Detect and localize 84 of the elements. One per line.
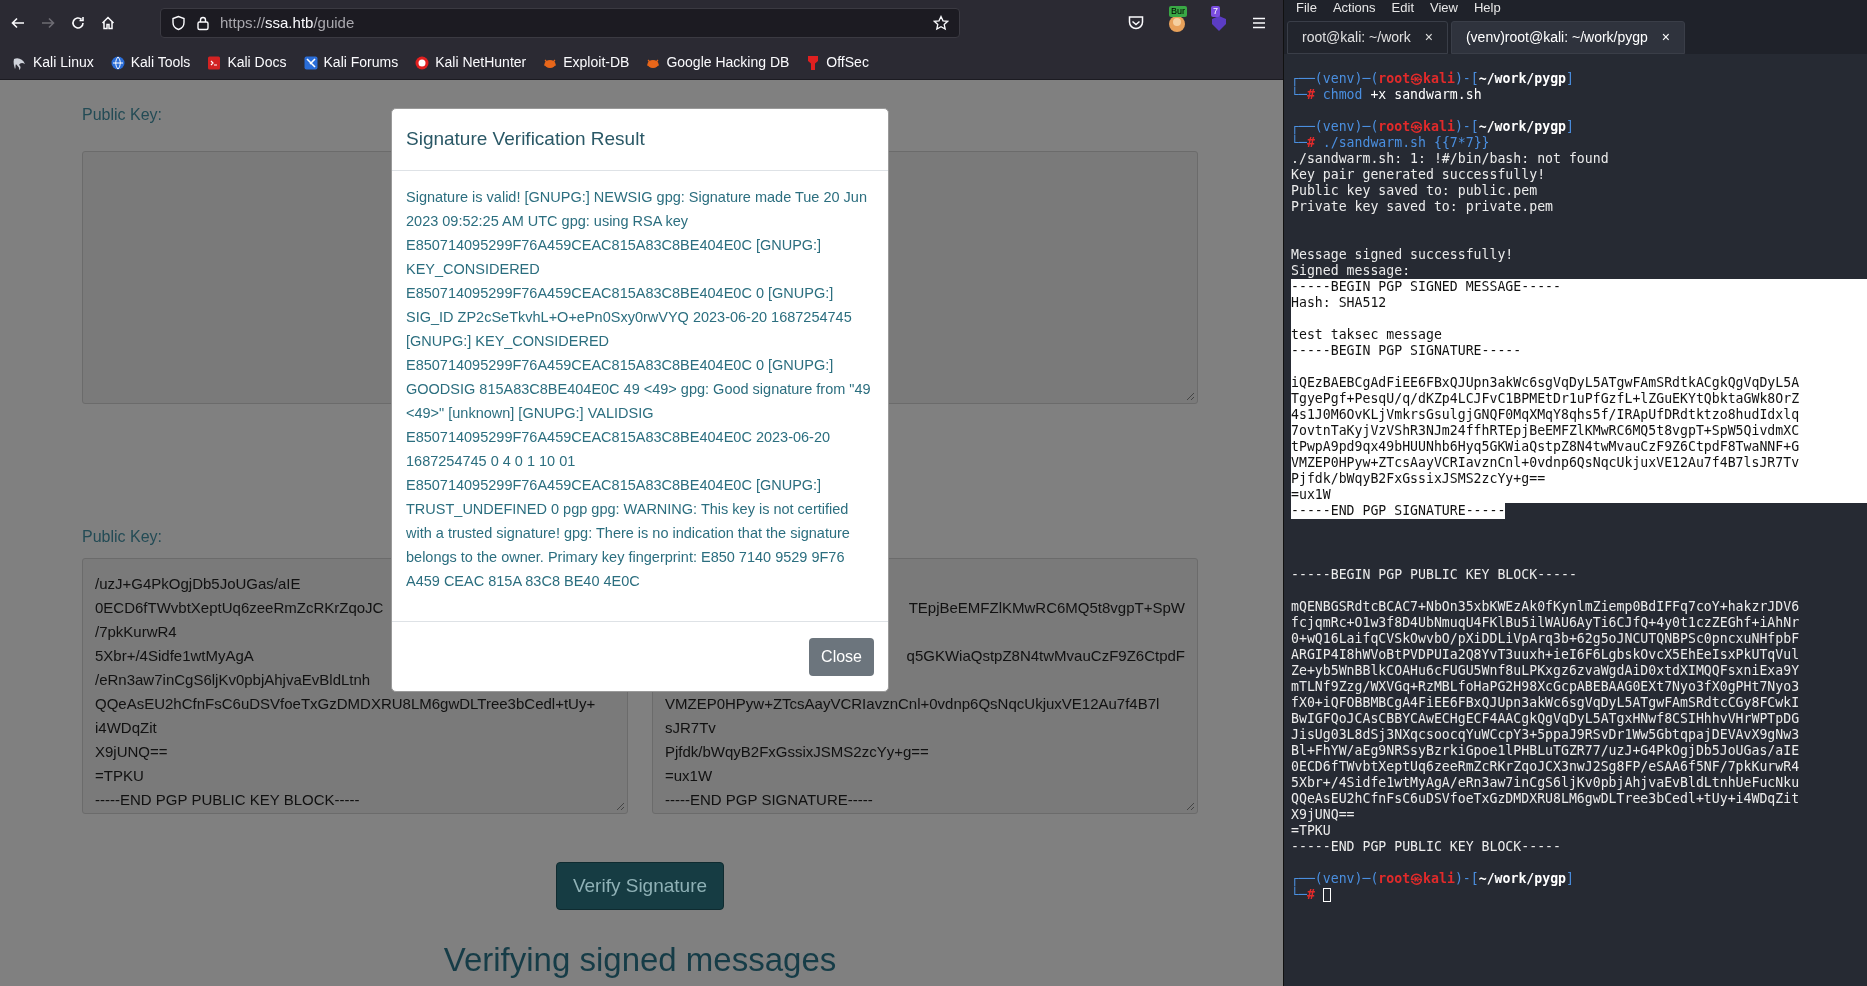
bookmark-icon — [414, 54, 431, 71]
terminal-line: test taksec message — [1291, 327, 1442, 343]
extension-badge: 7 — [1211, 6, 1220, 17]
terminal-line: Bl+FhYW/aEg9NRSsyBzrkiGpoe1lPHBLuTGZR77/uzJ+G4PkOgjDb5JoUGas/aIE — [1291, 743, 1800, 759]
bookmark-icon — [206, 54, 223, 71]
resize-handle-icon — [1186, 392, 1195, 401]
terminal-line: Private key saved to: private.pem — [1291, 199, 1553, 215]
menu-item[interactable]: View — [1430, 0, 1458, 16]
field-label: Public Key: — [82, 527, 163, 547]
terminal-line: iQEzBAEBCgAdFiEE6FBxQJUpn3akWc6sgVqDyL5ATgwFAmSRdtkACgkQgVqDyL5A — [1291, 375, 1800, 391]
terminal-line: QQeAsEU2hCfnFsC6uDSVfoeTxGzDMDXRU8LM6gwDLTree3bCedl+tUy+i4WDqZit — [1291, 791, 1800, 807]
terminal-line: Signed message: — [1291, 263, 1411, 279]
dialog-title: Signature Verification Result — [406, 127, 645, 152]
menu-item[interactable]: Help — [1473, 0, 1501, 16]
bookmark-icon — [109, 54, 126, 71]
terminal-line: 0ECD6fTWvbtXeptUq6zeeRmZcRKrZqoJCX3nwJ2Sg8FP/eSAA6f5NF/7pkKurwR4 — [1291, 759, 1800, 775]
menu-icon[interactable] — [1251, 15, 1267, 31]
close-tab-button[interactable]: × — [1424, 27, 1433, 48]
lock-icon — [196, 15, 210, 31]
terminal-line: mTLNf9Zzg/WXVGq+RzMBLfoHaPG2H98XcGcpABEBAAG0EXt7Nyo3fX0gPHt7Nyo3 — [1291, 679, 1800, 695]
terminal-line: BwIGFQoJCAsCBBYCAwECHgECF4AACgkQgVqDyL5ATgxHNwf8CSIHhhvVHrWPTpDG — [1291, 711, 1800, 727]
terminal-line: fX0+iQFOBBMBCgA4FiEE6FBxQJUpn3akWc6sgVqDyL5ATgwFAmSRdtcCGy8FCwkI — [1291, 695, 1800, 711]
reload-icon[interactable] — [70, 15, 86, 31]
terminal-line: fcjqmRc+O1w3f8D4UbNmuqU4FKlBu5ilWAU6AyTi6CJfQ+4y0t1czZEGhf+iAhNr — [1291, 615, 1800, 631]
bookmark-link[interactable]: Kali Forums — [300, 52, 401, 73]
terminal-line: └─# chmod +x sandwarm.sh — [1291, 87, 1482, 103]
terminal-line: 7ovtnTaKyjVzVShR3NJm24ffhRTEpjBeEMFZlKMwRC6MQ5t8vgpT+SpW5QivdmXC — [1291, 423, 1800, 439]
close-tab-button[interactable]: × — [1661, 27, 1670, 48]
terminal-line: 4s1J0M6OvKLjVmkrsGsulgjGNQF0MqXMqY8qhs5f/IRApUfDRdtktzo8hudIdxlq — [1291, 407, 1800, 423]
section-heading: Verifying signed messages — [443, 940, 837, 980]
terminal-line: Public key saved to: public.pem — [1291, 183, 1538, 199]
resize-handle-icon — [1186, 802, 1195, 811]
terminal-line: -----BEGIN PGP SIGNATURE----- — [1291, 343, 1522, 359]
terminal-line: Key pair generated successfully! — [1291, 167, 1546, 183]
terminal-line: -----BEGIN PGP SIGNED MESSAGE----- — [1291, 279, 1561, 295]
menu-item[interactable]: Edit — [1391, 0, 1414, 16]
terminal-line: X9jUNQ== — [1291, 807, 1355, 823]
bookmark-link[interactable]: Kali Tools — [107, 52, 193, 73]
terminal-line: -----BEGIN PGP PUBLIC KEY BLOCK----- — [1291, 567, 1577, 583]
field-label: Public Key: — [82, 105, 163, 125]
terminal-line: VMZEP0HPyw+ZTcsAayVCRIavznCnl+0vdnp6QsNqcUkjuxVE12Au7f4B7lsJR7Tv — [1291, 455, 1800, 471]
terminal-line: 5Xbr+/4Sidfe1wtMyAgA/eRn3aw7inCgS6ljKv0pbjAhjvaEvBldLtnhUeFucNku — [1291, 775, 1800, 791]
resize-handle-icon — [616, 802, 625, 811]
terminal-line: JisUg03L8dSj3NXqcsoocqYuWCcpY3+5ppaJ9RSvDr1Ww5GbtqpajDEVAvX9gNw3 — [1291, 727, 1800, 743]
terminal-line: ./sandwarm.sh: 1: !#/bin/bash: not found — [1291, 151, 1609, 167]
terminal-tab[interactable]: (venv)root@kali: ~/work/pygp × — [1450, 21, 1685, 54]
url-text: https://ssa.htb/guide — [220, 12, 355, 33]
back-arrow-icon[interactable] — [10, 15, 26, 31]
terminal-line: ┌──(venv)─(root㉿kali)-[~/work/pygp] — [1291, 871, 1574, 887]
bookmark-link[interactable]: Kali Linux — [10, 52, 96, 73]
extension-badge: Bur — [1169, 6, 1187, 17]
terminal-line: ARGIP4I8hWVoBtPVDPUIa2Q8YvT3uuxh+ieI6F6LgbskOvcX5EhEeIsxPkUTqVul — [1291, 647, 1800, 663]
terminal-line: └─# ./sandwarm.sh {{7*7}} — [1291, 135, 1490, 151]
bookmark-link[interactable]: Kali Docs — [204, 52, 289, 73]
terminal-line: ┌──(venv)─(root㉿kali)-[~/work/pygp] — [1291, 71, 1574, 87]
terminal-line: 0+wQ16LaifqCVSkOwvbO/pXiDDLiVpArq3b+62g5oJNCUTQNBPSc0pncxuNHfpbF — [1291, 631, 1800, 647]
terminal-line: Pjfdk/bWqyB2FxGssixJSMS2zcYy+g== — [1291, 471, 1546, 487]
menu-item[interactable]: File — [1296, 0, 1317, 16]
terminal-line: =ux1W — [1291, 487, 1331, 503]
close-button[interactable]: Close — [809, 637, 874, 676]
home-icon[interactable] — [100, 15, 116, 31]
terminal-line: -----END PGP PUBLIC KEY BLOCK----- — [1291, 839, 1561, 855]
bookmark-link[interactable]: Google Hacking DB — [643, 52, 792, 73]
terminal-line: Hash: SHA512 — [1291, 295, 1387, 311]
bookmark-link[interactable]: Exploit-DB — [540, 52, 632, 73]
star-icon[interactable] — [933, 15, 949, 31]
terminal-line: TgyePgf+PesqU/q/dKZp4LCJFvC1BPMEtDr1uPfGzfL+lZGuEKYtQbktaGWk8OrZ — [1291, 391, 1800, 407]
terminal-line: =TPKU — [1291, 823, 1331, 839]
bookmark-link[interactable]: OffSec — [803, 52, 871, 73]
menu-item[interactable]: Actions — [1332, 0, 1376, 16]
shield-icon — [171, 15, 186, 31]
terminal-line: tPwpA9pd9qx49bHUUNhb6Hyq5GKWiaQstpZ8N4twMvauCzF9Z6CtpdF8TwaNNF+G — [1291, 439, 1800, 455]
url-field[interactable]: https://ssa.htb/guide — [160, 8, 960, 38]
terminal-line: Message signed successfully! — [1291, 247, 1514, 263]
terminal-line: Ze+yb5WnBBlkCOAHu6cFUGU5Wnf8uLPKxgz6zvaWgdAiD0xtdXIMQQFsxniExa9Y — [1291, 663, 1800, 679]
bookmark-icon — [302, 54, 319, 71]
terminal-line: -----END PGP SIGNATURE----- — [1291, 503, 1506, 519]
terminal-line: mQENBGSRdtcBCAC7+NbOn35xbKWEzAk0fKynlmZiemp0BdIFFq7coY+hakzrJDV6 — [1291, 599, 1800, 615]
terminal-line: └─# — [1291, 887, 1315, 903]
extension-icon[interactable] — [1127, 14, 1145, 32]
verify-signature-button[interactable]: Verify Signature — [555, 862, 725, 910]
terminal-line: ┌──(venv)─(root㉿kali)-[~/work/pygp] — [1291, 119, 1574, 135]
bookmark-link[interactable]: Kali NetHunter — [412, 52, 529, 73]
terminal-tab[interactable]: root@kali: ~/work × — [1287, 21, 1448, 54]
